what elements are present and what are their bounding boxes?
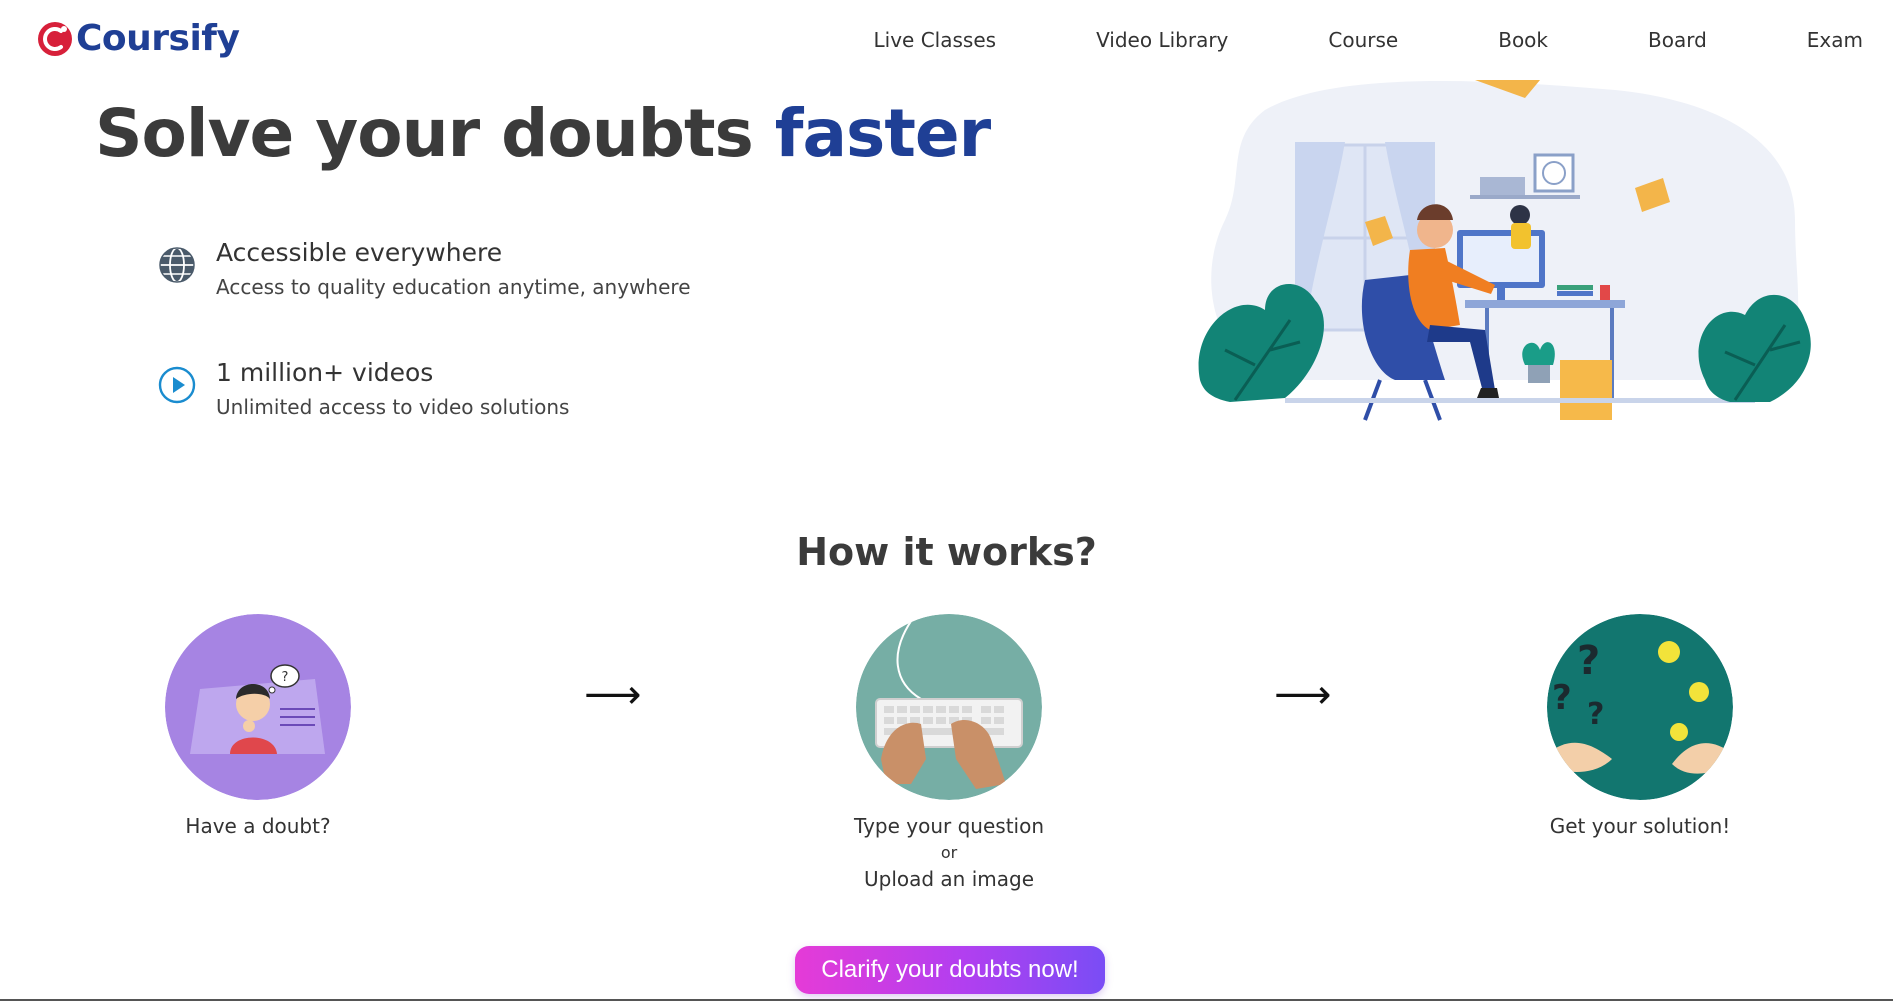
step-label: Get your solution! <box>1549 814 1731 838</box>
step-label: Have a doubt? <box>185 814 331 838</box>
hero-title-main: Solve your doubts <box>95 95 775 172</box>
nav-video-library[interactable]: Video Library <box>1096 28 1228 52</box>
step-have-doubt-illustration: ? <box>165 614 351 800</box>
svg-text:?: ? <box>1552 678 1572 718</box>
step-get-solution: ? ? ? Get your solution! <box>1490 614 1790 841</box>
brand-name: Coursify <box>76 18 240 59</box>
clarify-doubts-button[interactable]: Clarify your doubts now! <box>795 946 1105 994</box>
how-it-works-title: How it works? <box>796 530 1097 574</box>
hero-illustration <box>1198 80 1811 421</box>
step-arrow-icon: ⟶ <box>1274 672 1332 718</box>
svg-text:?: ? <box>1577 638 1600 684</box>
hero-title: Solve your doubts faster <box>95 95 991 172</box>
nav-course[interactable]: Course <box>1328 28 1398 52</box>
feature-subtitle: Unlimited access to video solutions <box>216 395 570 419</box>
feature-title: Accessible everywhere <box>216 238 503 267</box>
feature-accessible: Accessible everywhere Access to quality … <box>156 238 691 299</box>
svg-text:?: ? <box>282 670 289 685</box>
step-label-primary: Type your question <box>853 814 1045 838</box>
coursify-logo[interactable]: Coursify <box>36 18 240 59</box>
step-type-question: Type your question or Upload an image <box>799 614 1099 894</box>
nav-book[interactable]: Book <box>1498 28 1548 52</box>
globe-icon <box>159 247 195 283</box>
nav-live-classes[interactable]: Live Classes <box>874 28 997 52</box>
feature-subtitle: Access to quality education anytime, any… <box>216 275 691 299</box>
step-label-secondary: Upload an image <box>863 867 1035 891</box>
step-have-doubt: ? Have a doubt? <box>108 614 408 841</box>
step-type-question-illustration <box>856 614 1042 800</box>
play-circle-icon <box>158 366 196 404</box>
nav-exam[interactable]: Exam <box>1807 28 1863 52</box>
step-label: Type your question or Upload an image <box>799 812 1099 894</box>
feature-videos: 1 million+ videos Unlimited access to vi… <box>156 358 569 419</box>
step-label-or: or <box>940 843 958 862</box>
logo-mark-icon <box>38 21 72 56</box>
main-nav: Live Classes Video Library Course Book B… <box>874 28 1863 52</box>
hero-title-accent: faster <box>774 95 991 172</box>
feature-title: 1 million+ videos <box>216 358 434 387</box>
step-get-solution-illustration: ? ? ? <box>1547 614 1733 800</box>
nav-board[interactable]: Board <box>1648 28 1707 52</box>
svg-text:?: ? <box>1587 697 1604 732</box>
step-arrow-icon: ⟶ <box>584 672 642 718</box>
